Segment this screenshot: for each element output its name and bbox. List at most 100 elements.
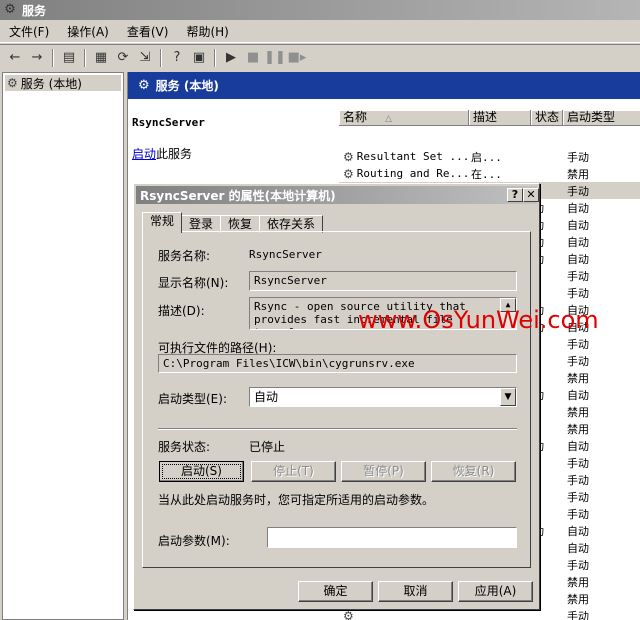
service-startup-cell: 自动 — [567, 252, 589, 266]
service-startup-cell: 自动 — [567, 218, 589, 232]
selected-service-name: RsyncServer — [132, 116, 205, 129]
stop-button[interactable]: 停止(T) — [251, 461, 336, 482]
service-startup-cell: 手动 — [567, 184, 589, 198]
start-service-suffix: 此服务 — [156, 147, 193, 161]
column-header-name[interactable]: 名称 △ — [339, 110, 469, 126]
service-startup-cell: 手动 — [567, 456, 589, 470]
toolbar-separator — [52, 48, 54, 67]
service-gear-icon: ⚙ — [343, 166, 354, 181]
start-service-link[interactable]: 启动 — [132, 147, 156, 161]
service-startup-cell: 自动 — [567, 439, 589, 453]
service-startup-cell: 手动 — [567, 473, 589, 487]
menu-view[interactable]: 查看(V) — [118, 22, 178, 42]
export-list-icon[interactable]: ⇲ — [134, 47, 156, 69]
service-gear-icon: ⚙ — [343, 149, 354, 164]
divider — [158, 428, 517, 430]
start-params-hint: 当从此处启动服务时，您可指定所适用的启动参数。 — [158, 493, 435, 507]
toolbar: ← → ▤ ▦ ⟳ ⇲ ? ▣ ▶ ■ ❚❚ ■▸ — [0, 44, 640, 70]
cancel-button[interactable]: 取消 — [378, 581, 453, 602]
service-name-value: RsyncServer — [249, 248, 322, 261]
column-header-description[interactable]: 描述 — [469, 110, 531, 126]
service-startup-cell: 禁用 — [567, 592, 589, 606]
properties-dialog: RsyncServer 的属性(本地计算机) ? ✕ 常规 登录 恢复 依存关系… — [133, 183, 540, 610]
list-item[interactable]: ⚙ Routing and Re... 在... 禁用 — [339, 165, 640, 182]
dialog-titlebar: RsyncServer 的属性(本地计算机) ? ✕ — [136, 186, 539, 204]
restart-icon[interactable]: ■▸ — [286, 47, 308, 69]
service-startup-cell: 手动 — [567, 337, 589, 351]
pause-button[interactable]: 暂停(P) — [341, 461, 426, 482]
toolbar-separator — [160, 48, 162, 67]
apply-button[interactable]: 应用(A) — [458, 581, 533, 602]
service-startup-cell: 自动 — [567, 235, 589, 249]
start-service-text: 启动此服务 — [132, 145, 192, 162]
refresh-icon[interactable]: ⟳ — [112, 47, 134, 69]
tab-general[interactable]: 常规 — [142, 212, 183, 233]
sort-ascending-icon: △ — [385, 114, 392, 124]
dialog-tabs: 常规 登录 恢复 依存关系 — [142, 211, 324, 233]
service-startup-cell: 禁用 — [567, 575, 589, 589]
column-header-startup-type[interactable]: 启动类型 — [563, 110, 640, 126]
ok-button[interactable]: 确定 — [298, 581, 373, 602]
column-header-status[interactable]: 状态 — [531, 110, 563, 126]
console-icon[interactable]: ▣ — [188, 47, 210, 69]
menu-file[interactable]: 文件(F) — [0, 22, 58, 42]
forward-arrow-icon[interactable]: → — [26, 47, 48, 69]
service-startup-cell: 禁用 — [567, 422, 589, 436]
service-startup-cell: 禁用 — [567, 167, 589, 181]
service-startup-cell: 自动 — [567, 388, 589, 402]
play-icon[interactable]: ▶ — [220, 47, 242, 69]
service-status-label: 服务状态: — [158, 440, 211, 454]
service-startup-cell: 手动 — [567, 354, 589, 368]
service-startup-cell: 手动 — [567, 507, 589, 521]
service-startup-cell: 手动 — [567, 269, 589, 283]
help-icon[interactable]: ? — [166, 47, 188, 69]
display-name-field[interactable]: RsyncServer — [249, 271, 517, 291]
exe-path-field: C:\Program Files\ICW\bin\cygrunsrv.exe — [158, 354, 517, 373]
pause-icon[interactable]: ❚❚ — [264, 47, 286, 69]
menu-action[interactable]: 操作(A) — [58, 22, 118, 42]
properties-icon[interactable]: ▦ — [90, 47, 112, 69]
dialog-help-button[interactable]: ? — [507, 188, 523, 202]
service-startup-cell: 手动 — [567, 150, 589, 164]
service-startup-cell: 自动 — [567, 524, 589, 538]
chevron-down-icon[interactable]: ▼ — [500, 388, 516, 406]
service-name-label: 服务名称: — [158, 249, 211, 263]
service-startup-cell: 手动 — [567, 609, 589, 620]
window-title: 服务 — [22, 3, 47, 18]
dialog-title: RsyncServer 的属性(本地计算机) — [140, 188, 336, 203]
menu-help[interactable]: 帮助(H) — [177, 22, 237, 42]
service-name-cell: ⚙ Resultant Set ... — [343, 149, 469, 164]
service-desc-cell: 启... — [471, 150, 502, 164]
startup-type-select[interactable]: 自动 ▼ — [249, 387, 517, 407]
list-item[interactable]: ⚙ Resultant Set ... 启... 手动 — [339, 148, 640, 165]
resume-button[interactable]: 恢复(R) — [431, 461, 516, 482]
dialog-close-button[interactable]: ✕ — [523, 188, 539, 202]
tree-pane: ⚙ 服务 (本地) — [2, 72, 124, 620]
display-name-label: 显示名称(N): — [158, 276, 229, 290]
service-startup-cell: 手动 — [567, 286, 589, 300]
back-arrow-icon[interactable]: ← — [4, 47, 26, 69]
services-gear-icon: ⚙ — [138, 78, 150, 93]
stop-icon[interactable]: ■ — [242, 47, 264, 69]
service-name-cell: ⚙ Routing and Re... — [343, 166, 469, 181]
service-startup-cell: 手动 — [567, 490, 589, 504]
services-gear-icon: ⚙ — [4, 2, 16, 17]
startup-type-label: 启动类型(E): — [158, 392, 227, 406]
service-startup-cell: 手动 — [567, 558, 589, 572]
service-desc-cell: 在... — [471, 167, 502, 181]
services-gear-icon: ⚙ — [7, 76, 18, 90]
start-params-label: 启动参数(M): — [158, 534, 230, 548]
tree-node-services-local[interactable]: ⚙ 服务 (本地) — [5, 75, 121, 91]
service-name-cell: ⚙ — [339, 609, 469, 620]
toolbar-separator — [214, 48, 216, 67]
services-pane-title: 服务 (本地) — [155, 79, 219, 93]
show-tree-icon[interactable]: ▤ — [58, 47, 80, 69]
service-gear-icon: ⚙ — [343, 608, 354, 620]
start-button[interactable]: 启动(S) — [159, 461, 244, 482]
service-startup-cell: 自动 — [567, 201, 589, 215]
window-titlebar: ⚙ 服务 — [0, 0, 640, 20]
tree-node-label: 服务 (本地) — [20, 76, 82, 91]
description-label: 描述(D): — [158, 304, 205, 318]
service-startup-cell: 自动 — [567, 541, 589, 555]
start-params-input[interactable] — [267, 527, 517, 548]
